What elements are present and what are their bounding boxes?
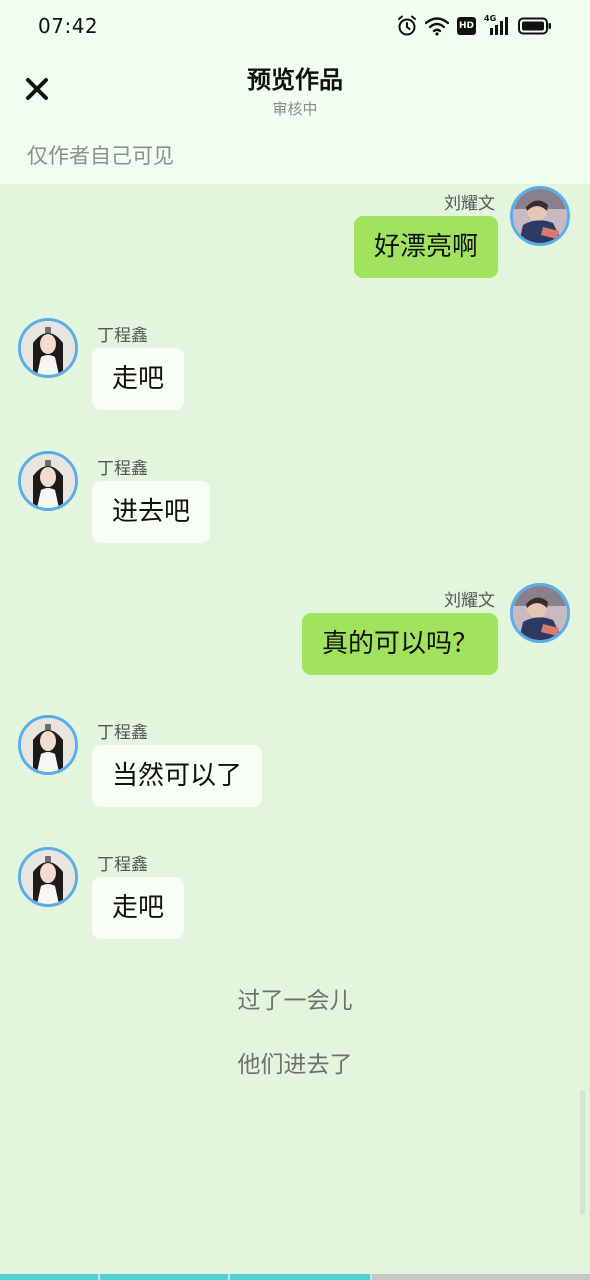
progress-divider: [98, 1274, 100, 1280]
visibility-note: 仅作者自己可见: [27, 144, 174, 168]
avatar-ding-chengxin[interactable]: [18, 318, 78, 378]
signal-4g-icon: 4G: [484, 14, 510, 36]
progress-divider: [228, 1274, 230, 1280]
message-bubble[interactable]: 真的可以吗？: [301, 613, 498, 675]
message-bubble[interactable]: 当然可以了: [92, 745, 263, 807]
narration-text: 他们进去了: [237, 1052, 353, 1078]
sender-name: 刘耀文: [444, 194, 495, 214]
sender-name: 丁程鑫: [97, 723, 148, 743]
avatar-ding-chengxin[interactable]: [18, 451, 78, 511]
message-bubble[interactable]: 好漂亮啊: [353, 216, 498, 278]
avatar-liu-yaowen[interactable]: [510, 186, 570, 246]
message-bubble[interactable]: 走吧: [92, 877, 185, 939]
reading-progress-fill: [0, 1274, 372, 1280]
page-title: 预览作品: [247, 66, 343, 94]
avatar-ding-chengxin[interactable]: [18, 847, 78, 907]
alarm-icon: [397, 15, 417, 37]
avatar-ding-chengxin[interactable]: [18, 715, 78, 775]
top-bar: 07:42 HD 4G 预览作品 审核中 仅作者自己可见: [0, 0, 590, 184]
sender-name: 丁程鑫: [97, 326, 148, 346]
sender-name: 丁程鑫: [97, 855, 148, 875]
progress-divider: [370, 1274, 372, 1280]
reading-progress-bar: [0, 1274, 590, 1280]
sender-name: 丁程鑫: [97, 459, 148, 479]
hd-label: HD: [458, 21, 474, 31]
narration-text: 过了一会儿: [237, 988, 353, 1014]
avatar-liu-yaowen[interactable]: [510, 583, 570, 643]
message-bubble[interactable]: 进去吧: [92, 481, 211, 543]
review-status: 审核中: [272, 100, 318, 118]
battery-icon: [518, 17, 552, 35]
sender-name: 刘耀文: [444, 591, 495, 611]
scrollbar[interactable]: [580, 1090, 585, 1215]
message-bubble[interactable]: 走吧: [92, 348, 185, 410]
wifi-icon: [425, 16, 449, 36]
status-icons: HD 4G: [397, 14, 552, 38]
status-time: 07:42: [38, 14, 99, 38]
hd-icon: HD: [457, 17, 476, 35]
